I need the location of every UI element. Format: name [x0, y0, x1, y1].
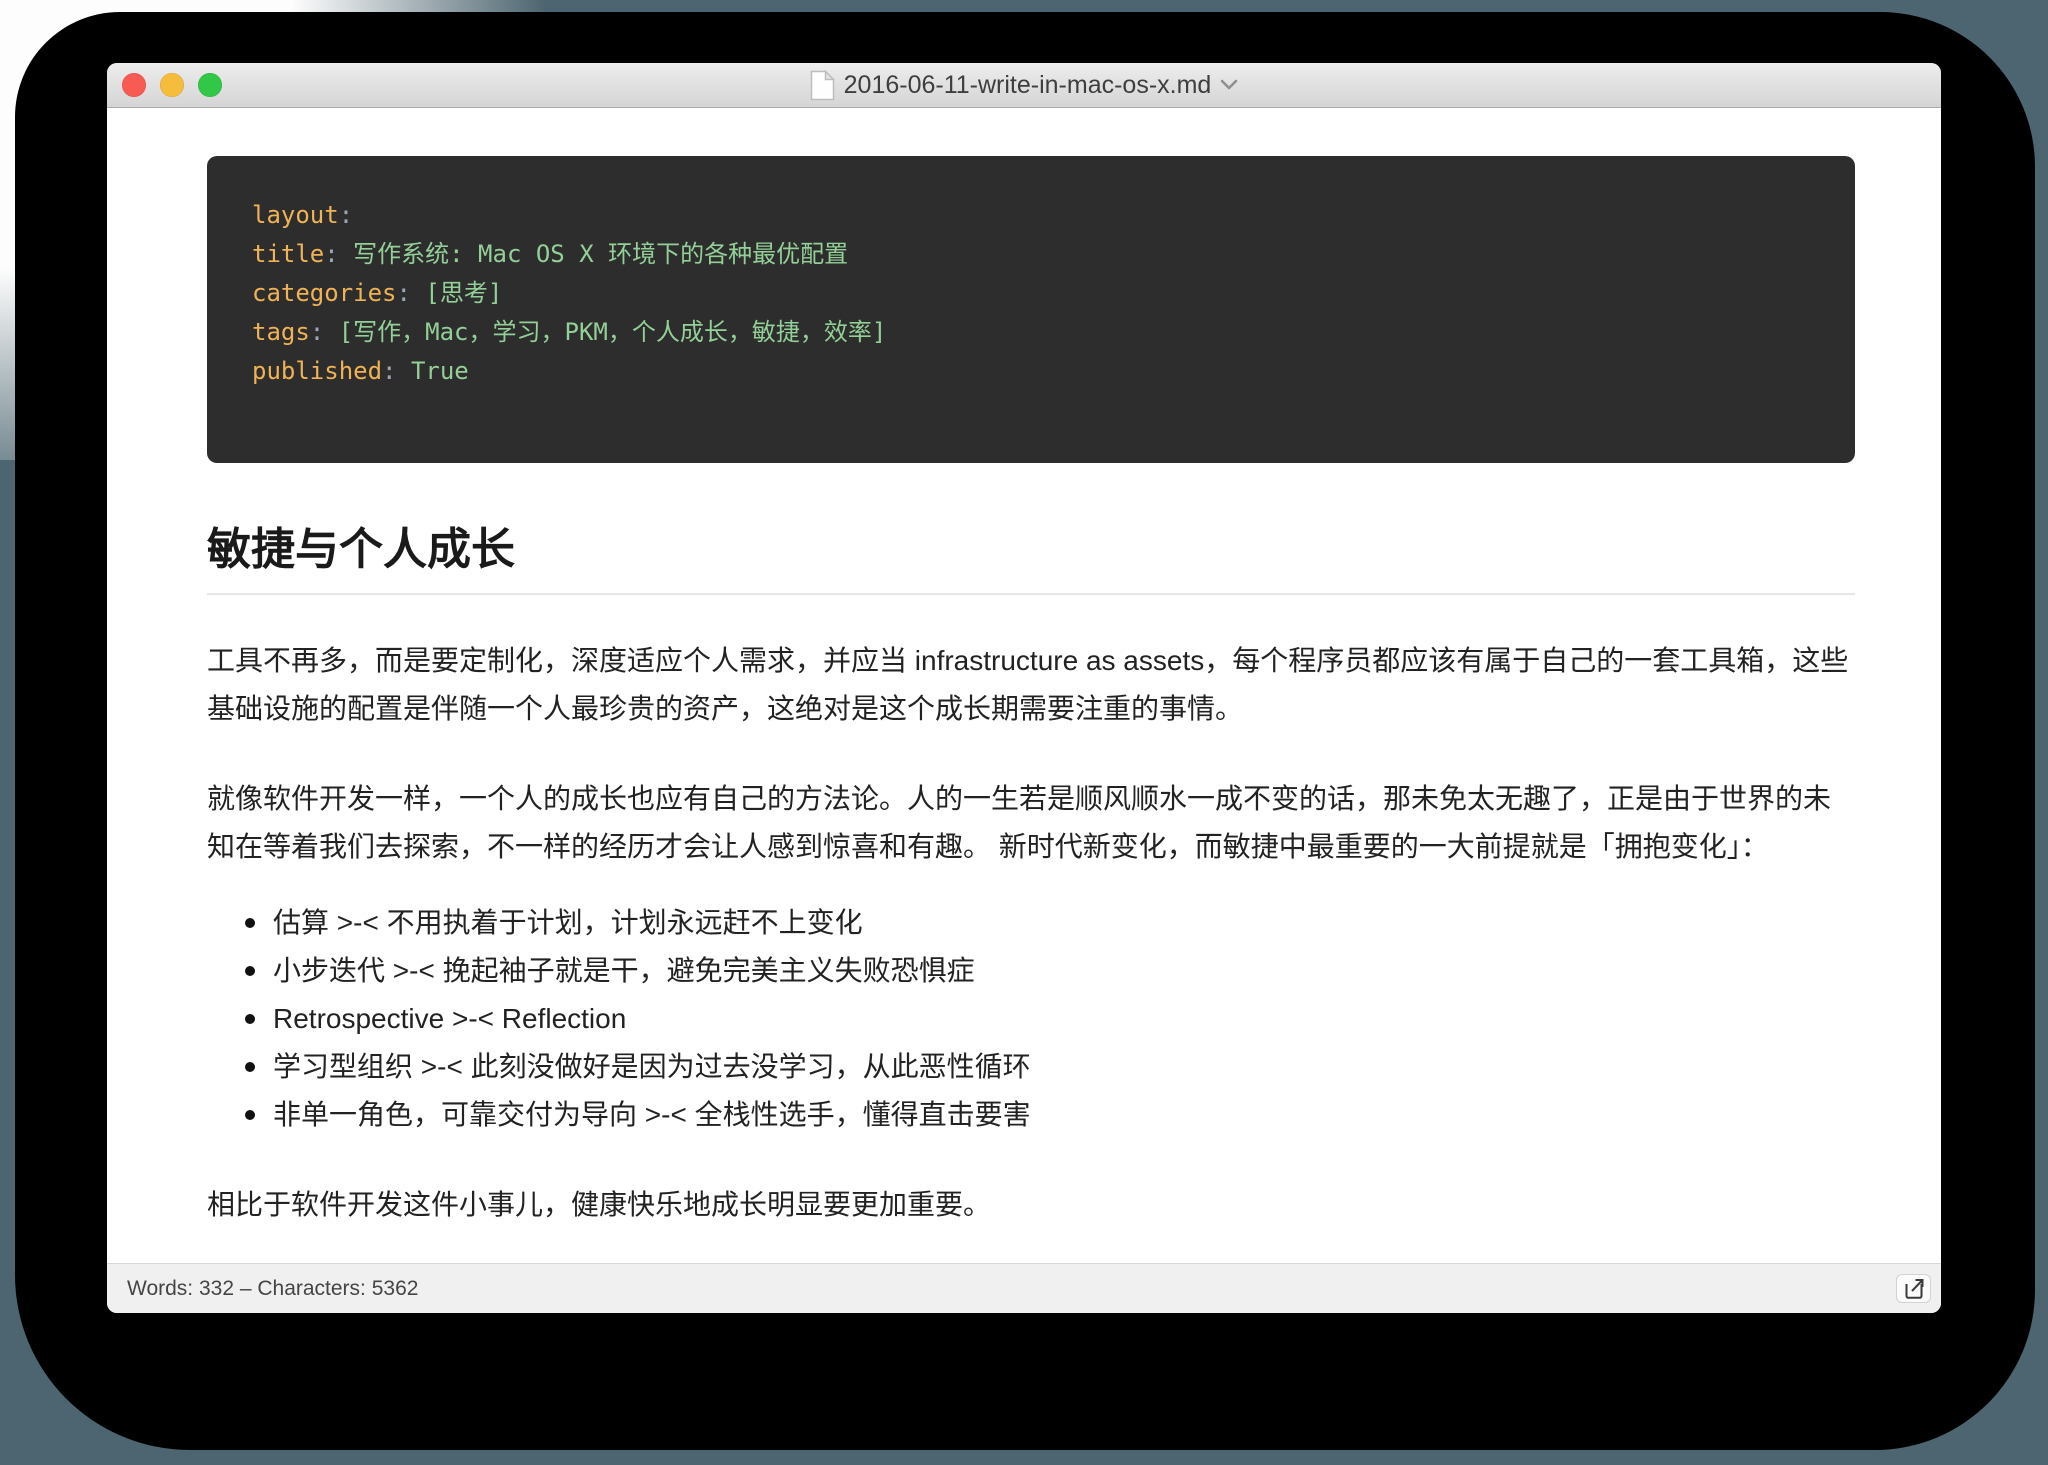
paragraph: 工具不再多，而是要定制化，深度适应个人需求，并应当 infrastructure… [207, 637, 1855, 733]
list-item: 非单一角色，可靠交付为导向 >-< 全栈性选手，懂得直击要害 [273, 1091, 1855, 1139]
close-button[interactable] [122, 73, 146, 97]
frontmatter-codeblock: layout: title: 写作系统: Mac OS X 环境下的各种最优配置… [207, 156, 1855, 463]
paragraph: 就像软件开发一样，一个人的成长也应有自己的方法论。人的一生若是顺风顺水一成不变的… [207, 775, 1855, 871]
code-line: title: 写作系统: Mac OS X 环境下的各种最优配置 [252, 235, 1810, 274]
editor-window: 2016-06-11-write-in-mac-os-x.md layout: … [107, 63, 1941, 1313]
window-title-menu[interactable]: 2016-06-11-write-in-mac-os-x.md [810, 70, 1239, 101]
titlebar[interactable]: 2016-06-11-write-in-mac-os-x.md [107, 63, 1941, 108]
code-line: categories: [思考] [252, 274, 1810, 313]
code-line: tags: [写作，Mac，学习，PKM，个人成长，敏捷，效率] [252, 313, 1810, 352]
list-item: Retrospective >-< Reflection [273, 995, 1855, 1043]
external-link-icon [1902, 1277, 1926, 1301]
list-item: 估算 >-< 不用执着于计划，计划永远赶不上变化 [273, 899, 1855, 947]
markdown-preview: layout: title: 写作系统: Mac OS X 环境下的各种最优配置… [107, 108, 1941, 1263]
word-count-label: Words: 332 – Characters: 5362 [127, 1277, 1896, 1301]
list-item: 学习型组织 >-< 此刻没做好是因为过去没学习，从此恶性循环 [273, 1043, 1855, 1091]
bullet-list: 估算 >-< 不用执着于计划，计划永远赶不上变化 小步迭代 >-< 挽起袖子就是… [207, 899, 1855, 1139]
closing-paragraph: 相比于软件开发这件小事儿，健康快乐地成长明显要更加重要。 [207, 1181, 1855, 1229]
zoom-button[interactable] [198, 73, 222, 97]
open-external-button[interactable] [1896, 1274, 1931, 1303]
traffic-lights [122, 63, 222, 107]
article-heading: 敏捷与个人成长 [207, 519, 1855, 595]
code-line: layout: [252, 196, 1810, 235]
chevron-down-icon [1220, 79, 1238, 91]
statusbar: Words: 332 – Characters: 5362 [107, 1263, 1941, 1313]
code-line: published: True [252, 352, 1810, 391]
list-item: 小步迭代 >-< 挽起袖子就是干，避免完美主义失败恐惧症 [273, 947, 1855, 995]
minimize-button[interactable] [160, 73, 184, 97]
document-icon [810, 70, 835, 101]
window-title: 2016-06-11-write-in-mac-os-x.md [844, 71, 1212, 100]
